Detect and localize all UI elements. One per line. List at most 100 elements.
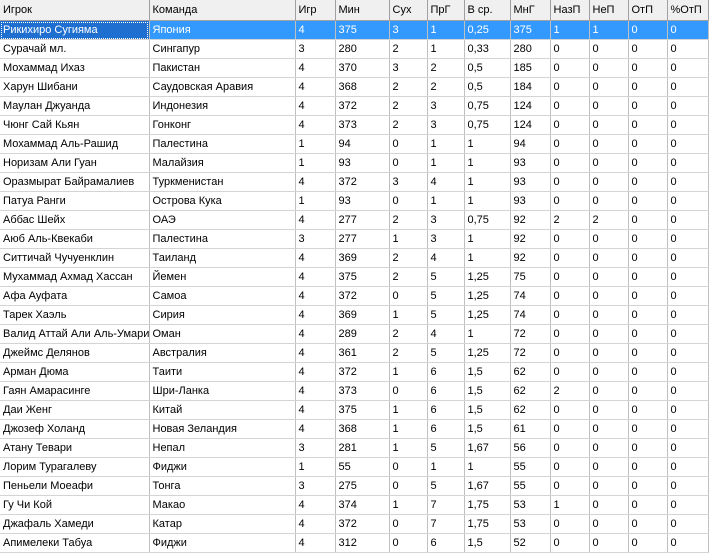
minutes-per-goal-cell[interactable]: 93 (510, 172, 551, 192)
penalties-saved-pct-cell[interactable]: 0 (667, 77, 709, 97)
minutes-per-goal-cell[interactable]: 375 (510, 20, 551, 40)
table-row[interactable]: Ситтичай Чучуенклин Таиланд 4 369 2 4 1 92 0 0 0 0 (0, 248, 709, 268)
average-cell[interactable]: 1,5 (464, 419, 511, 439)
games-cell[interactable]: 3 (295, 39, 336, 59)
penalties-missed-cell[interactable]: 0 (589, 153, 629, 173)
penalties-saved-cell[interactable]: 0 (628, 381, 668, 401)
minutes-cell[interactable]: 372 (335, 286, 390, 306)
table-row[interactable]: Мохаммад Аль-Рашид Палестина 1 94 0 1 1 94 0 0 0 0 (0, 134, 709, 154)
average-cell[interactable]: 1,67 (464, 438, 511, 458)
penalties-saved-pct-cell[interactable]: 0 (667, 476, 709, 496)
team-cell[interactable]: ОАЭ (149, 210, 296, 230)
minutes-per-goal-cell[interactable]: 62 (510, 381, 551, 401)
minutes-cell[interactable]: 93 (335, 153, 390, 173)
penalties-missed-cell[interactable]: 0 (589, 324, 629, 344)
penalties-saved-cell[interactable]: 0 (628, 324, 668, 344)
games-cell[interactable]: 4 (295, 362, 336, 382)
average-cell[interactable]: 1 (464, 191, 511, 211)
games-cell[interactable]: 4 (295, 381, 336, 401)
column-header-penalties-awarded[interactable]: НазП (550, 0, 590, 21)
penalties-saved-pct-cell[interactable]: 0 (667, 172, 709, 192)
penalties-saved-pct-cell[interactable]: 0 (667, 39, 709, 59)
average-cell[interactable]: 1 (464, 153, 511, 173)
penalties-awarded-cell[interactable]: 0 (550, 286, 590, 306)
penalties-saved-cell[interactable]: 0 (628, 305, 668, 325)
player-cell[interactable]: Джозеф Холанд (0, 419, 150, 439)
goals-conceded-cell[interactable]: 1 (427, 134, 465, 154)
penalties-missed-cell[interactable]: 0 (589, 476, 629, 496)
penalties-missed-cell[interactable]: 0 (589, 362, 629, 382)
minutes-cell[interactable]: 374 (335, 495, 390, 515)
minutes-per-goal-cell[interactable]: 75 (510, 267, 551, 287)
team-cell[interactable]: Йемен (149, 267, 296, 287)
table-row[interactable]: Джафаль Хамеди Катар 4 372 0 7 1,75 53 0 0 0 0 (0, 514, 709, 534)
goals-conceded-cell[interactable]: 4 (427, 324, 465, 344)
table-row[interactable]: Даи Женг Китай 4 375 1 6 1,5 62 0 0 0 0 (0, 400, 709, 420)
average-cell[interactable]: 0,25 (464, 20, 511, 40)
games-cell[interactable]: 4 (295, 343, 336, 363)
average-cell[interactable]: 1,75 (464, 495, 511, 515)
table-row[interactable]: Джеймс Делянов Австралия 4 361 2 5 1,25 72 0 0 0 0 (0, 343, 709, 363)
table-row[interactable]: Атану Тевари Непал 3 281 1 5 1,67 56 0 0 0 0 (0, 438, 709, 458)
average-cell[interactable]: 1 (464, 457, 511, 477)
player-cell[interactable]: Лорим Турагалеву (0, 457, 150, 477)
team-cell[interactable]: Оман (149, 324, 296, 344)
column-header-games[interactable]: Игр (295, 0, 336, 21)
penalties-awarded-cell[interactable]: 0 (550, 476, 590, 496)
minutes-per-goal-cell[interactable]: 280 (510, 39, 551, 59)
penalties-missed-cell[interactable]: 0 (589, 438, 629, 458)
table-row[interactable]: Валид Аттай Али Аль-Умари Оман 4 289 2 4 1 72 0 0… (0, 324, 709, 344)
penalties-saved-cell[interactable]: 0 (628, 39, 668, 59)
penalties-awarded-cell[interactable]: 1 (550, 20, 590, 40)
penalties-saved-pct-cell[interactable]: 0 (667, 115, 709, 135)
games-cell[interactable]: 3 (295, 229, 336, 249)
average-cell[interactable]: 1,67 (464, 476, 511, 496)
penalties-missed-cell[interactable]: 0 (589, 495, 629, 515)
player-cell[interactable]: Маулан Джуанда (0, 96, 150, 116)
penalties-awarded-cell[interactable]: 0 (550, 362, 590, 382)
clean-sheets-cell[interactable]: 0 (389, 514, 428, 534)
player-cell[interactable]: Мухаммад Ахмад Хассан (0, 267, 150, 287)
games-cell[interactable]: 4 (295, 20, 336, 40)
team-cell[interactable]: Катар (149, 514, 296, 534)
minutes-cell[interactable]: 372 (335, 172, 390, 192)
penalties-missed-cell[interactable]: 0 (589, 514, 629, 534)
penalties-saved-pct-cell[interactable]: 0 (667, 324, 709, 344)
minutes-cell[interactable]: 375 (335, 20, 390, 40)
average-cell[interactable]: 1 (464, 134, 511, 154)
penalties-saved-cell[interactable]: 0 (628, 419, 668, 439)
average-cell[interactable]: 1,5 (464, 362, 511, 382)
average-cell[interactable]: 0,75 (464, 210, 511, 230)
penalties-saved-cell[interactable]: 0 (628, 191, 668, 211)
penalties-missed-cell[interactable]: 1 (589, 20, 629, 40)
penalties-saved-cell[interactable]: 0 (628, 267, 668, 287)
clean-sheets-cell[interactable]: 1 (389, 419, 428, 439)
goals-conceded-cell[interactable]: 6 (427, 533, 465, 553)
penalties-saved-cell[interactable]: 0 (628, 438, 668, 458)
clean-sheets-cell[interactable]: 0 (389, 457, 428, 477)
penalties-missed-cell[interactable]: 0 (589, 533, 629, 553)
penalties-saved-pct-cell[interactable]: 0 (667, 134, 709, 154)
penalties-missed-cell[interactable]: 0 (589, 115, 629, 135)
penalties-saved-pct-cell[interactable]: 0 (667, 438, 709, 458)
penalties-saved-pct-cell[interactable]: 0 (667, 58, 709, 78)
goals-conceded-cell[interactable]: 4 (427, 172, 465, 192)
penalties-saved-pct-cell[interactable]: 0 (667, 96, 709, 116)
team-cell[interactable]: Новая Зеландия (149, 419, 296, 439)
penalties-missed-cell[interactable]: 0 (589, 286, 629, 306)
team-cell[interactable]: Таити (149, 362, 296, 382)
games-cell[interactable]: 4 (295, 115, 336, 135)
minutes-cell[interactable]: 373 (335, 115, 390, 135)
table-row[interactable]: Оразмырат Байрамалиев Туркменистан 4 372 3 4 1… (0, 172, 709, 192)
minutes-cell[interactable]: 93 (335, 191, 390, 211)
minutes-per-goal-cell[interactable]: 94 (510, 134, 551, 154)
minutes-per-goal-cell[interactable]: 72 (510, 324, 551, 344)
games-cell[interactable]: 1 (295, 153, 336, 173)
games-cell[interactable]: 4 (295, 58, 336, 78)
games-cell[interactable]: 1 (295, 134, 336, 154)
minutes-per-goal-cell[interactable]: 55 (510, 476, 551, 496)
average-cell[interactable]: 1 (464, 172, 511, 192)
clean-sheets-cell[interactable]: 0 (389, 134, 428, 154)
minutes-cell[interactable]: 372 (335, 96, 390, 116)
player-cell[interactable]: Оразмырат Байрамалиев (0, 172, 150, 192)
